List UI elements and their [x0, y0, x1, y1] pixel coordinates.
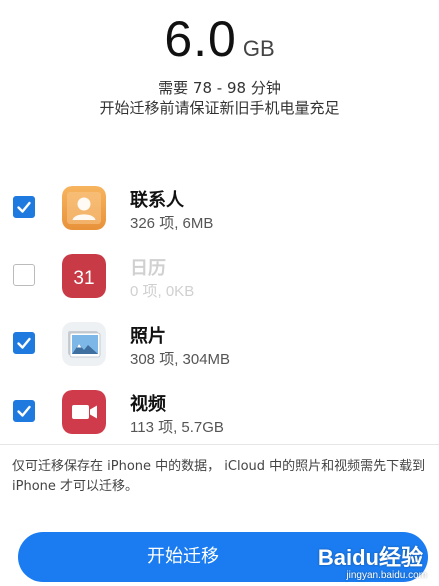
size-unit: GB	[242, 36, 275, 61]
checkbox-videos[interactable]	[13, 400, 35, 422]
checkmark-icon	[17, 337, 31, 349]
item-name: 视频	[130, 394, 166, 415]
item-name: 照片	[130, 326, 166, 347]
baidu-watermark: Baidu经验 jingyan.baidu.com	[313, 540, 433, 586]
divider	[0, 444, 439, 445]
item-detail: 326 项, 6MB	[130, 215, 214, 232]
contacts-icon	[62, 186, 106, 230]
checkmark-icon	[17, 201, 31, 213]
list-item-calendar[interactable]: 31 日历 0 项, 0KB	[0, 238, 439, 306]
checkbox-calendar[interactable]	[13, 264, 35, 286]
data-type-list: 联系人 326 项, 6MB 31 日历 0 项, 0KB 照片 308 项, …	[0, 170, 439, 442]
calendar-icon: 31	[62, 254, 106, 298]
checkbox-photos[interactable]	[13, 332, 35, 354]
item-detail: 0 项, 0KB	[130, 283, 195, 300]
item-detail: 113 项, 5.7GB	[130, 419, 224, 436]
time-estimate: 需要 78 - 98 分钟	[158, 79, 281, 97]
size-value: 6.0	[164, 11, 237, 67]
photos-icon	[62, 322, 106, 366]
calendar-icon-day: 31	[73, 268, 94, 289]
watermark-url: jingyan.baidu.com	[346, 570, 427, 581]
video-icon	[62, 390, 106, 434]
checkmark-icon	[17, 405, 31, 417]
transfer-size: 6.0 GB	[0, 10, 439, 68]
item-name: 联系人	[130, 190, 184, 211]
watermark-logo: Baidu经验	[317, 545, 423, 570]
item-name: 日历	[130, 258, 166, 279]
item-detail: 308 项, 304MB	[130, 351, 231, 368]
checkbox-contacts[interactable]	[13, 196, 35, 218]
battery-warning: 开始迁移前请保证新旧手机电量充足	[99, 99, 340, 117]
list-item-photos[interactable]: 照片 308 项, 304MB	[0, 306, 439, 374]
list-item-contacts[interactable]: 联系人 326 项, 6MB	[0, 170, 439, 238]
icloud-footnote: 仅可迁移保存在 iPhone 中的数据， iCloud 中的照片和视频需先下载到…	[12, 459, 426, 494]
list-item-videos[interactable]: 视频 113 项, 5.7GB	[0, 374, 439, 442]
